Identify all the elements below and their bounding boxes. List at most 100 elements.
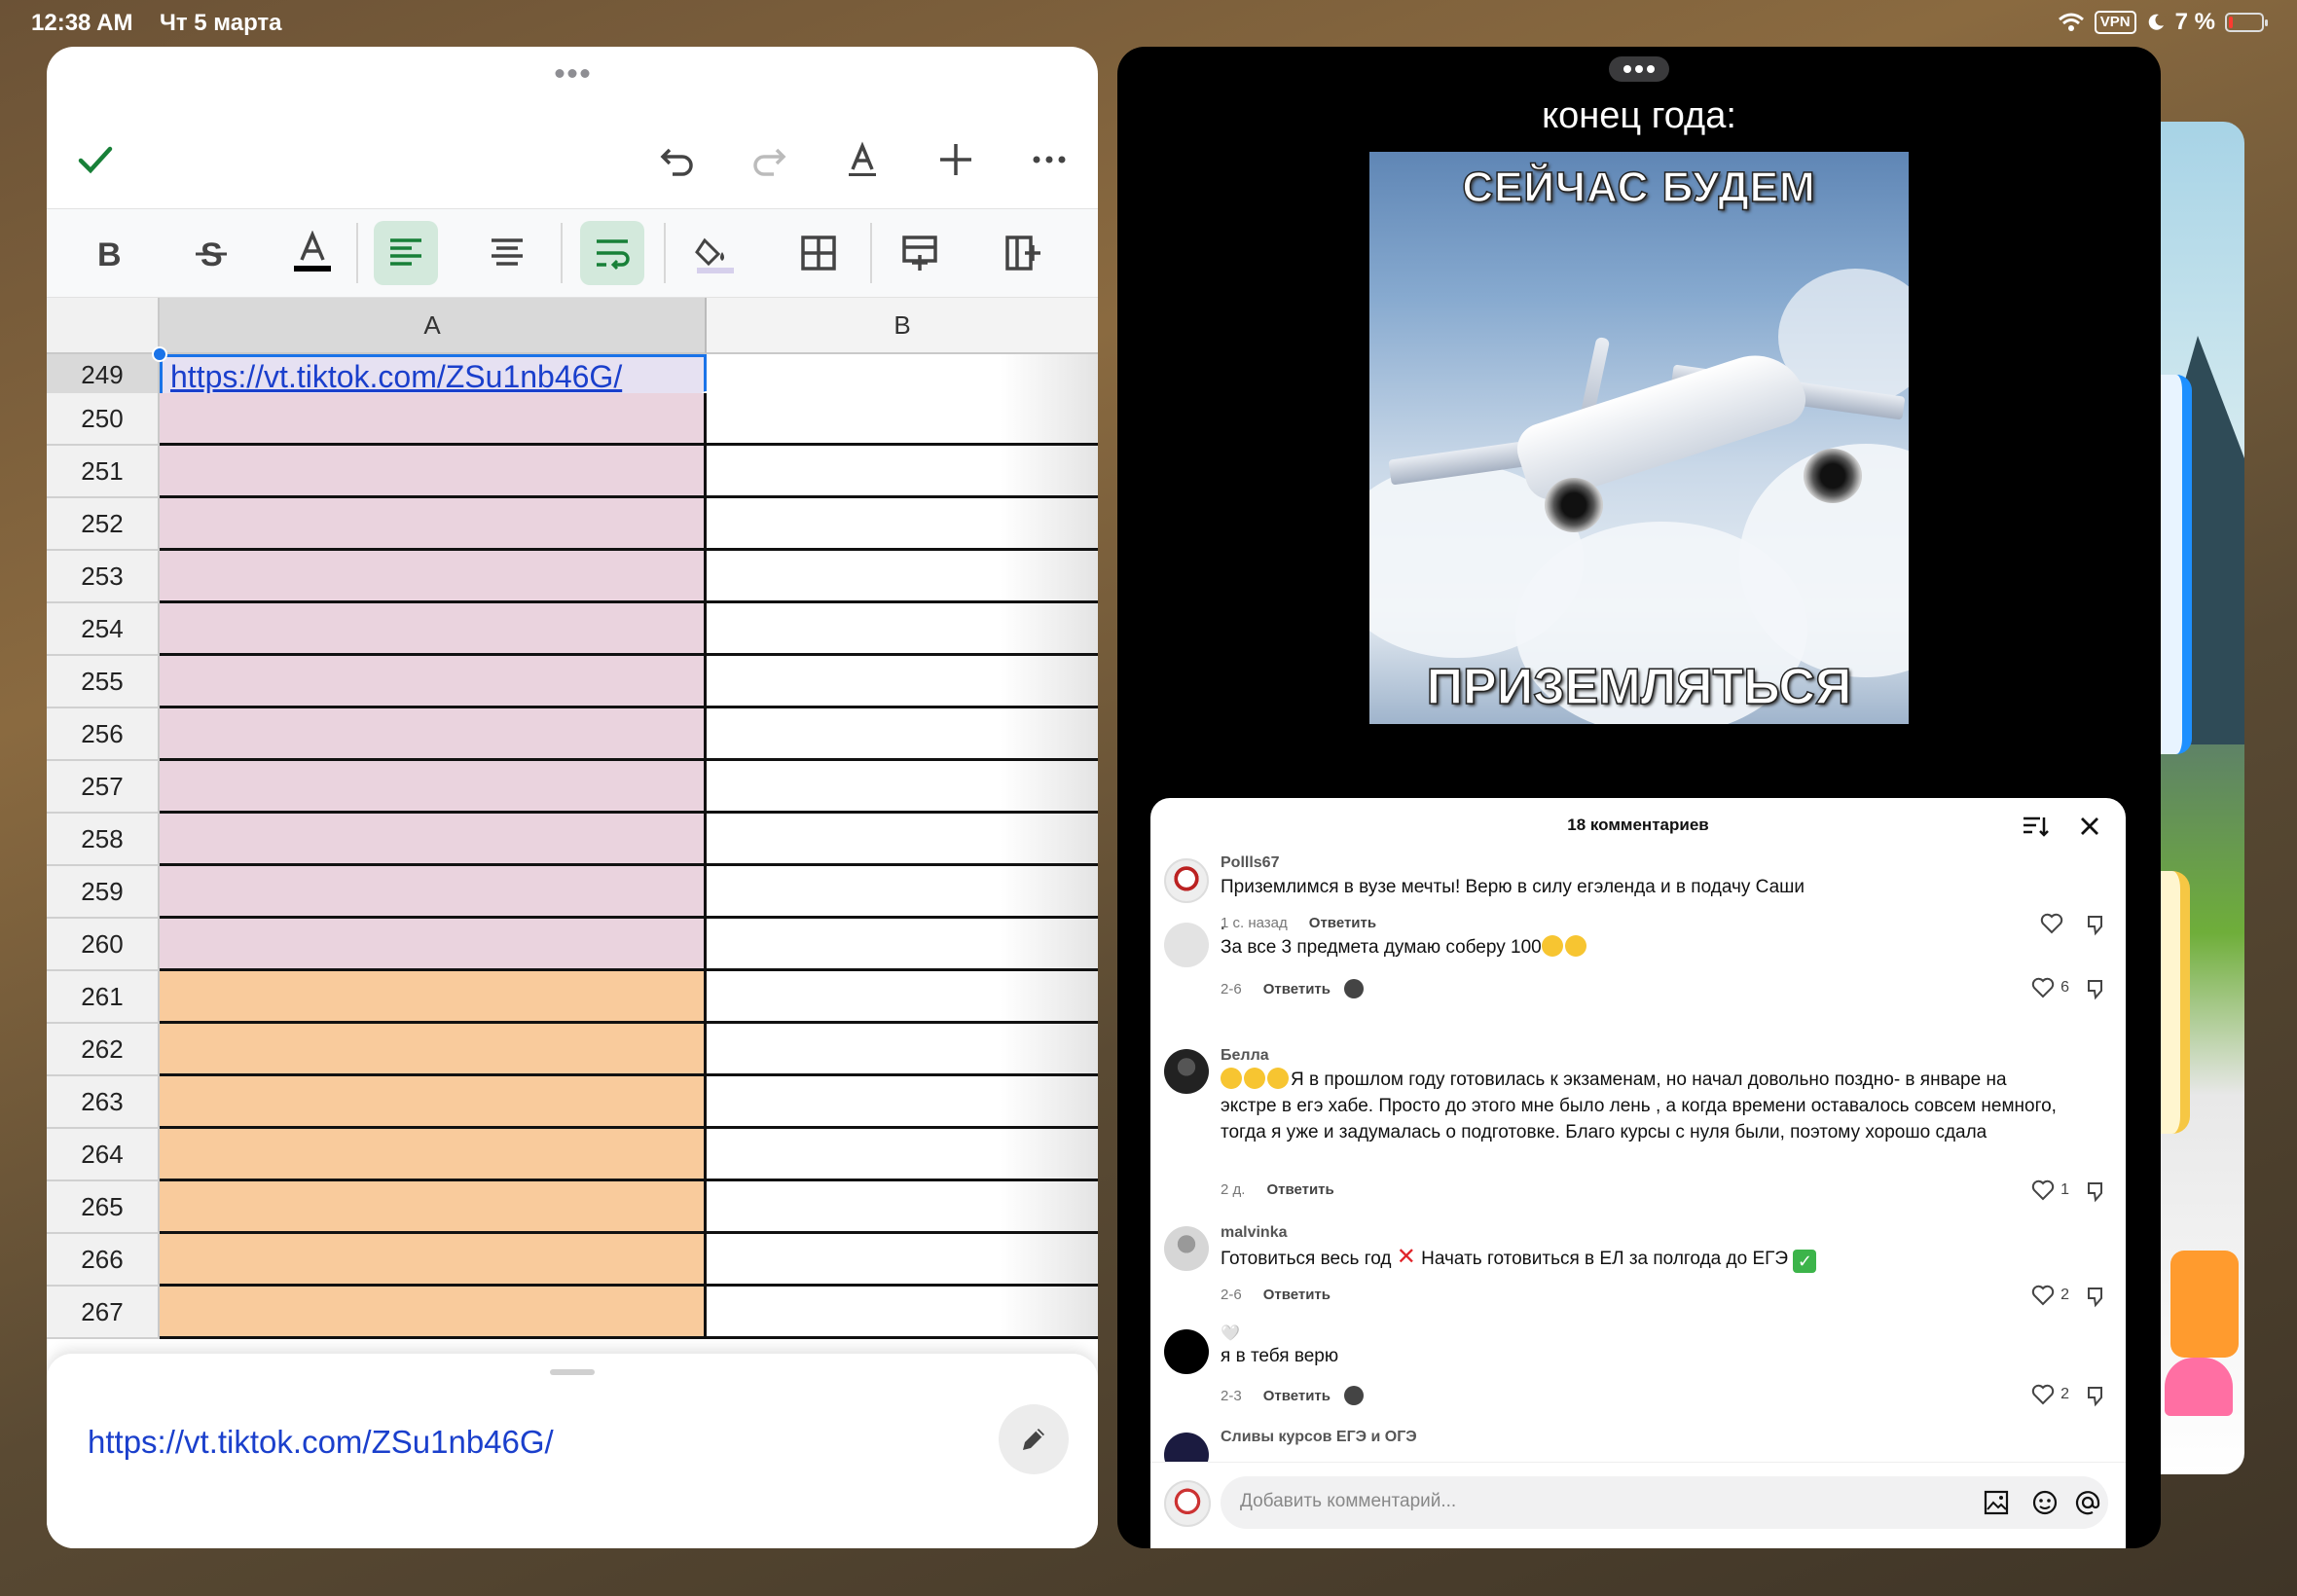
cell-b[interactable]: [707, 603, 1098, 656]
strikethrough-button[interactable]: S: [179, 221, 243, 285]
close-icon[interactable]: [2075, 812, 2104, 841]
row-header[interactable]: 250: [47, 393, 160, 446]
wrap-text-button[interactable]: [580, 221, 644, 285]
reply-button[interactable]: Ответить: [1309, 915, 1376, 931]
cell-b[interactable]: [707, 814, 1098, 866]
cell-b[interactable]: [707, 446, 1098, 498]
cell-b[interactable]: [707, 761, 1098, 814]
background-app-card[interactable]: [2151, 122, 2244, 1474]
comment-author[interactable]: Pollls67: [1221, 854, 1279, 872]
multitasking-handle[interactable]: [1609, 56, 1669, 82]
row-header[interactable]: 254: [47, 603, 160, 656]
reply-button[interactable]: Ответить: [1263, 981, 1331, 998]
text-color-button[interactable]: [280, 221, 345, 285]
corner-header[interactable]: [47, 298, 160, 354]
reply-button[interactable]: Ответить: [1263, 1287, 1331, 1303]
cell-b[interactable]: [707, 1129, 1098, 1181]
row-header[interactable]: 260: [47, 919, 160, 971]
row-header[interactable]: 266: [47, 1234, 160, 1287]
undo-button[interactable]: [648, 130, 707, 189]
video-frame[interactable]: СЕЙЧАС БУДЕМ ПРИЗЕМЛЯТЬСЯ: [1369, 152, 1909, 724]
row-header[interactable]: 253: [47, 551, 160, 603]
redo-button[interactable]: [740, 130, 798, 189]
comment-author[interactable]: Сливы курсов ЕГЭ и ОГЭ: [1221, 1429, 1417, 1446]
cell-b[interactable]: [707, 1076, 1098, 1129]
multitasking-handle[interactable]: [554, 64, 592, 78]
row-header[interactable]: 249: [47, 354, 160, 397]
insert-row-button[interactable]: [888, 221, 952, 285]
like-button[interactable]: 2: [2031, 1285, 2069, 1306]
comment-author[interactable]: .: [1221, 917, 1224, 934]
row-header[interactable]: 256: [47, 708, 160, 761]
reply-button[interactable]: Ответить: [1263, 1388, 1331, 1404]
avatar[interactable]: [1164, 1329, 1209, 1374]
cell-a[interactable]: [160, 919, 707, 971]
cell-a[interactable]: [160, 971, 707, 1024]
row-header[interactable]: 265: [47, 1181, 160, 1234]
bold-button[interactable]: B: [76, 221, 140, 285]
cell-a[interactable]: [160, 1076, 707, 1129]
sticker-icon[interactable]: [2030, 1488, 2060, 1517]
cell-b[interactable]: [707, 1234, 1098, 1287]
resize-corner-icon[interactable]: [1074, 1524, 1098, 1548]
cell-b[interactable]: [707, 393, 1098, 446]
row-header[interactable]: 255: [47, 656, 160, 708]
sort-icon[interactable]: [2021, 812, 2050, 841]
like-button[interactable]: 2: [2031, 1384, 2069, 1405]
panel-grabber[interactable]: [550, 1369, 595, 1375]
cell-a[interactable]: [160, 1234, 707, 1287]
cell-a[interactable]: [160, 708, 707, 761]
cell-a[interactable]: [160, 1181, 707, 1234]
comment-author[interactable]: 🤍: [1221, 1324, 1240, 1343]
avatar[interactable]: [1164, 858, 1209, 903]
cell-a[interactable]: [160, 761, 707, 814]
cell-a[interactable]: [160, 1024, 707, 1076]
mention-icon[interactable]: [2073, 1488, 2102, 1517]
align-center-button[interactable]: [475, 221, 539, 285]
dislike-icon[interactable]: [2085, 977, 2108, 1000]
done-check-button[interactable]: [66, 130, 125, 189]
cell-a[interactable]: [160, 814, 707, 866]
cell-b[interactable]: [707, 551, 1098, 603]
comment-input[interactable]: Добавить комментарий...: [1221, 1476, 2108, 1529]
reply-button[interactable]: Ответить: [1266, 1181, 1333, 1198]
comment-author[interactable]: malvinka: [1221, 1224, 1287, 1242]
insert-column-button[interactable]: [991, 221, 1055, 285]
row-header[interactable]: 257: [47, 761, 160, 814]
dislike-icon[interactable]: [2085, 1179, 2108, 1203]
row-header[interactable]: 251: [47, 446, 160, 498]
cell-b[interactable]: [707, 1287, 1098, 1339]
like-button[interactable]: [2040, 913, 2069, 934]
selection-handle[interactable]: [152, 346, 167, 362]
dislike-icon[interactable]: [2085, 1285, 2108, 1308]
cell-b[interactable]: [707, 1181, 1098, 1234]
row-header[interactable]: 267: [47, 1287, 160, 1339]
cell-b[interactable]: [707, 971, 1098, 1024]
avatar[interactable]: [1164, 923, 1209, 967]
fill-color-button[interactable]: [683, 221, 747, 285]
row-header[interactable]: 264: [47, 1129, 160, 1181]
cell-link[interactable]: https://vt.tiktok.com/ZSu1nb46G/: [170, 359, 622, 395]
dislike-icon[interactable]: [2085, 913, 2108, 936]
like-button[interactable]: 6: [2031, 977, 2069, 998]
cell-b[interactable]: [707, 498, 1098, 551]
text-format-button[interactable]: [833, 130, 892, 189]
align-left-button[interactable]: [374, 221, 438, 285]
avatar[interactable]: [1164, 1049, 1209, 1094]
insert-button[interactable]: [927, 130, 985, 189]
row-header[interactable]: 259: [47, 866, 160, 919]
cell-a[interactable]: [160, 551, 707, 603]
like-button[interactable]: 1: [2031, 1179, 2069, 1201]
row-header[interactable]: 252: [47, 498, 160, 551]
more-button[interactable]: [1020, 130, 1078, 189]
edit-cell-button[interactable]: [999, 1404, 1069, 1474]
dislike-icon[interactable]: [2085, 1384, 2108, 1407]
avatar[interactable]: [1164, 1226, 1209, 1271]
cell-a[interactable]: [160, 656, 707, 708]
column-header-b[interactable]: B: [707, 298, 1098, 354]
column-header-a[interactable]: A: [160, 298, 707, 354]
cell-b[interactable]: [707, 708, 1098, 761]
cell-a[interactable]: [160, 446, 707, 498]
row-header[interactable]: 258: [47, 814, 160, 866]
cell-a[interactable]: [160, 1129, 707, 1181]
